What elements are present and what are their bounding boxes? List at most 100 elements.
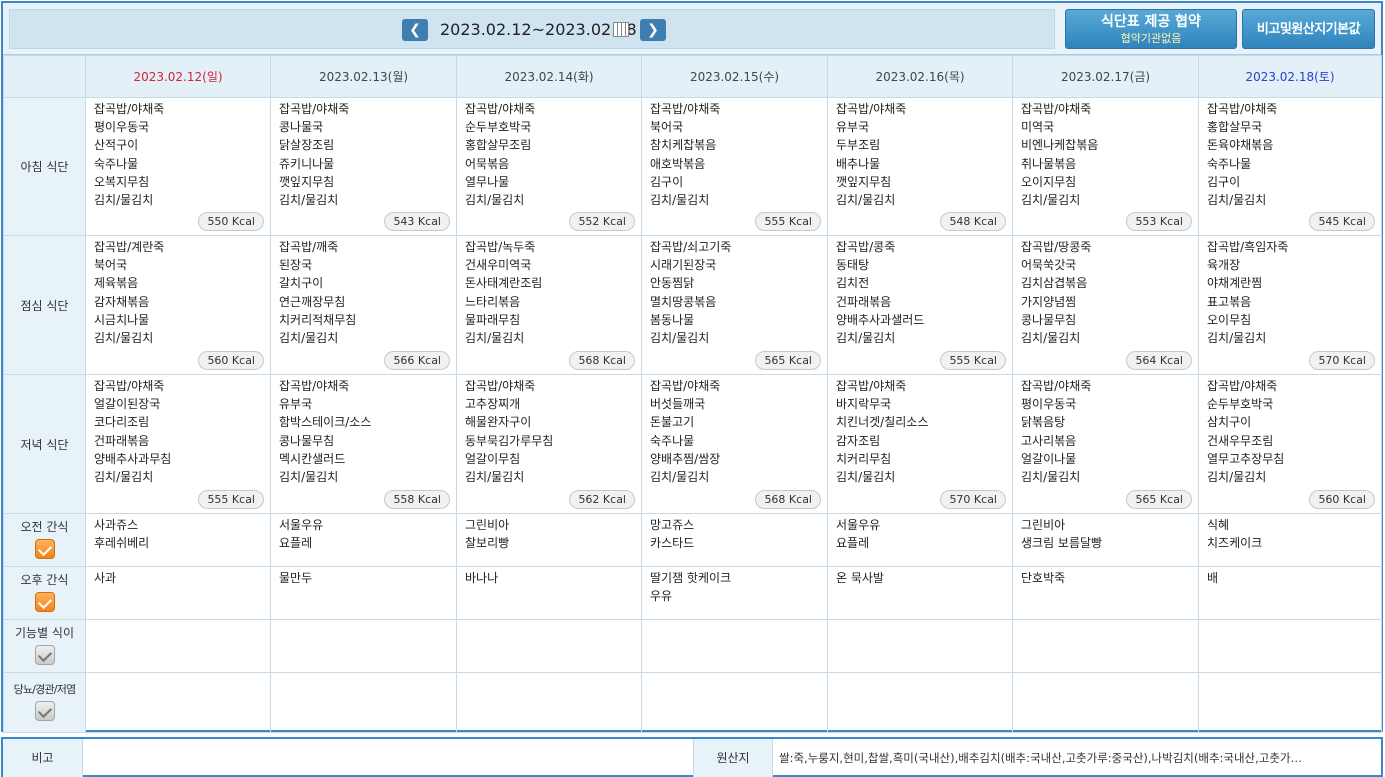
origin-label: 원산지 bbox=[693, 739, 773, 777]
snack-cell[interactable]: 온 묵사발 bbox=[827, 566, 1013, 620]
menu-item: 김치/물김치 bbox=[1021, 470, 1081, 485]
meal-cell[interactable]: 잡곡밥/쇠고기죽 시래기된장국 안동찜닭 멸치땅콩볶음 봄동나물 김치/물김치 565 Kc… bbox=[641, 235, 828, 375]
meal-cell[interactable]: 잡곡밥/깨죽 된장국 갈치구이 연근깨장무침 치커리적채무침 김치/물김치 566 Kcal bbox=[270, 235, 457, 375]
snack-cell[interactable]: 그린비아 찰보리빵 bbox=[456, 513, 642, 567]
checkbox-icon[interactable] bbox=[34, 539, 55, 559]
meal-cell[interactable]: 잡곡밥/야채죽 미역국 비엔나케찹볶음 취나물볶음 오이지무침 김치/물김치 553 Kca… bbox=[1012, 97, 1199, 236]
meal-cell[interactable]: 잡곡밥/야채죽 평이우동국 산적구이 숙주나물 오복지무침 김치/물김치 550 Kcal bbox=[85, 97, 271, 236]
kcal-badge: 550 Kcal bbox=[198, 212, 264, 231]
footer-bar: 비고 원산지 쌀:죽,누룽지,현미,찹쌀,흑미(국내산),배추김치(배추:국내산… bbox=[1, 737, 1383, 777]
bigo-origin-default-button[interactable]: 비고및원산지기본값 bbox=[1242, 9, 1375, 49]
day-header: 2023.02.12(일) bbox=[85, 55, 271, 98]
meal-cell[interactable]: 잡곡밥/야채죽 유부국 두부조림 배추나물 깻잎지무침 김치/물김치 548 Kcal bbox=[827, 97, 1013, 236]
meal-row: 점심 식단 잡곡밥/계란죽 북어국 제육볶음 감자채볶음 시금치나물 김치/물김치 560 K… bbox=[3, 235, 1382, 375]
day-header-row: 2023.02.12(일) 2023.02.13(월) 2023.02.14(화) 2… bbox=[3, 55, 1382, 98]
snack-cell[interactable]: 망고쥬스 카스타드 bbox=[641, 513, 828, 567]
checkbox-icon[interactable] bbox=[34, 592, 55, 612]
snack-row-label: 기능별 식이 bbox=[3, 619, 86, 673]
meal-cell[interactable]: 잡곡밥/야채죽 바지락무국 치킨너겟/칠리소스 감자조림 치커리무침 김치/물김치 570 … bbox=[827, 374, 1013, 514]
snack-cell[interactable] bbox=[641, 619, 828, 673]
meal-cell[interactable]: 잡곡밥/야채죽 순두부호박국 홍합살무조림 어묵볶음 열무나물 김치/물김치 552 Kca… bbox=[456, 97, 642, 236]
menu-item: 건새우미역국 bbox=[465, 258, 532, 273]
menu-item: 닭볶음탕 bbox=[1021, 415, 1066, 430]
meal-cell[interactable]: 잡곡밥/흑임자죽 육개장 야채계란찜 표고볶음 오이무침 김치/물김치 570 Kcal bbox=[1198, 235, 1382, 375]
menu-item: 연근깨장무침 bbox=[279, 294, 346, 309]
snack-cell[interactable]: 사과 bbox=[85, 566, 271, 620]
snack-item: 단호박죽 bbox=[1021, 571, 1066, 585]
snack-item: 온 묵사발 bbox=[836, 571, 884, 585]
menu-item: 평이우동국 bbox=[1021, 397, 1077, 412]
snack-cell[interactable]: 단호박죽 bbox=[1012, 566, 1199, 620]
meal-cell[interactable]: 잡곡밥/녹두죽 건새우미역국 돈사태계란조림 느타리볶음 물파래무침 김치/물김치 568 … bbox=[456, 235, 642, 375]
snack-cell[interactable] bbox=[1012, 672, 1199, 733]
snack-item: 우유 bbox=[650, 589, 673, 604]
meal-cell[interactable]: 잡곡밥/콩죽 동태탕 김치전 건파래볶음 양배추사과샐러드 김치/물김치 555 Kcal bbox=[827, 235, 1013, 375]
meal-cell[interactable]: 잡곡밥/야채죽 고추장찌개 해물완자구이 동부묵김가루무침 얼갈이무침 김치/물김치 562… bbox=[456, 374, 642, 514]
menu-item: 가지양념찜 bbox=[1021, 294, 1077, 309]
menu-item: 김치전 bbox=[836, 276, 870, 291]
menu-item: 감자조림 bbox=[836, 433, 881, 448]
snack-cell[interactable] bbox=[1198, 619, 1382, 673]
menu-item: 김치/물김치 bbox=[465, 193, 525, 208]
snack-cell[interactable] bbox=[270, 672, 457, 733]
snack-cell[interactable] bbox=[1012, 619, 1199, 673]
meal-cell[interactable]: 잡곡밥/야채죽 홍합살무국 돈육야채볶음 숙주나물 김구이 김치/물김치 545 Kcal bbox=[1198, 97, 1382, 236]
meal-cell[interactable]: 잡곡밥/야채죽 버섯들깨국 돈불고기 숙주나물 양배추찜/쌈장 김치/물김치 568 Kca… bbox=[641, 374, 828, 514]
menu-item: 잡곡밥/야채죽 bbox=[465, 379, 536, 393]
snack-cell[interactable] bbox=[270, 619, 457, 673]
menu-item: 치커리무침 bbox=[836, 451, 892, 466]
menu-item: 김치/물김치 bbox=[279, 193, 339, 208]
menu-item: 콩나물무침 bbox=[1021, 312, 1077, 327]
meal-cell[interactable]: 잡곡밥/야채죽 순두부호박국 삼치구이 건새우무조림 열무고추장무침 김치/물김치 560 … bbox=[1198, 374, 1382, 514]
meal-cell[interactable]: 잡곡밥/야채죽 얼갈이된장국 코다리조림 건파래볶음 양배추사과무침 김치/물김치 555 … bbox=[85, 374, 271, 514]
day-header: 2023.02.15(수) bbox=[641, 55, 828, 98]
snack-cell[interactable] bbox=[641, 672, 828, 733]
menu-item: 잡곡밥/야채죽 bbox=[836, 102, 907, 116]
menu-item: 오이무침 bbox=[1207, 312, 1252, 327]
prev-week-button[interactable]: ❮ bbox=[402, 19, 428, 41]
menu-item: 해물완자구이 bbox=[465, 415, 532, 430]
menu-item: 닭살장조림 bbox=[279, 138, 335, 153]
meal-cell[interactable]: 잡곡밥/야채죽 콩나물국 닭살장조림 쥬키니나물 깻잎지무침 김치/물김치 543 Kcal bbox=[270, 97, 457, 236]
meal-cell[interactable]: 잡곡밥/땅콩죽 어묵쑥갓국 김치삼겹볶음 가지양념찜 콩나물무침 김치/물김치 564 Kc… bbox=[1012, 235, 1199, 375]
meal-cell[interactable]: 잡곡밥/야채죽 평이우동국 닭볶음탕 고사리볶음 얼갈이나물 김치/물김치 565 Kcal bbox=[1012, 374, 1199, 514]
meal-cell[interactable]: 잡곡밥/야채죽 북어국 참치케찹볶음 애호박볶음 김구이 김치/물김치 555 Kcal bbox=[641, 97, 828, 236]
snack-cell[interactable]: 그린비아 생크림 보름달빵 bbox=[1012, 513, 1199, 567]
checkbox-icon[interactable] bbox=[34, 645, 55, 665]
checkbox-icon[interactable] bbox=[34, 701, 55, 721]
snack-cell[interactable] bbox=[827, 672, 1013, 733]
menu-item: 오복지무침 bbox=[94, 174, 150, 189]
snack-cell[interactable] bbox=[85, 619, 271, 673]
menu-item: 동부묵김가루무침 bbox=[465, 433, 554, 448]
snack-cell[interactable]: 서울우유 요플레 bbox=[270, 513, 457, 567]
snack-cell[interactable] bbox=[1198, 672, 1382, 733]
snack-cell[interactable] bbox=[456, 619, 642, 673]
menu-item: 김치/물김치 bbox=[650, 331, 710, 346]
menu-item: 잡곡밥/쇠고기죽 bbox=[650, 240, 732, 254]
snack-cell[interactable]: 딸기잼 핫케이크 우유 bbox=[641, 566, 828, 620]
menu-item: 고사리볶음 bbox=[1021, 433, 1077, 448]
meal-cell[interactable]: 잡곡밥/야채죽 유부국 함박스테이크/소스 콩나물무침 멕시칸샐러드 김치/물김치 558 … bbox=[270, 374, 457, 514]
snack-cell[interactable]: 식혜 치즈케이크 bbox=[1198, 513, 1382, 567]
snack-cell[interactable]: 물만두 bbox=[270, 566, 457, 620]
snack-cell[interactable]: 사과쥬스 후레쉬베리 bbox=[85, 513, 271, 567]
snack-cell[interactable] bbox=[85, 672, 271, 733]
kcal-badge: 558 Kcal bbox=[384, 490, 450, 509]
snack-cell[interactable]: 배 bbox=[1198, 566, 1382, 620]
menu-item: 김치/물김치 bbox=[94, 470, 154, 485]
calendar-icon[interactable] bbox=[613, 22, 629, 37]
kcal-badge: 552 Kcal bbox=[569, 212, 635, 231]
next-week-button[interactable]: ❯ bbox=[640, 19, 666, 41]
menu-item: 미역국 bbox=[1021, 120, 1055, 135]
snack-cell[interactable] bbox=[456, 672, 642, 733]
menu-item: 비엔나케찹볶음 bbox=[1021, 138, 1099, 153]
snack-cell[interactable] bbox=[827, 619, 1013, 673]
meal-agreement-button[interactable]: 식단표 제공 협약 협약기관없음 bbox=[1065, 9, 1237, 49]
day-header: 2023.02.17(금) bbox=[1012, 55, 1199, 98]
snack-cell[interactable]: 서울우유 요플레 bbox=[827, 513, 1013, 567]
snack-cell[interactable]: 바나나 bbox=[456, 566, 642, 620]
kcal-badge: 548 Kcal bbox=[940, 212, 1006, 231]
meal-cell[interactable]: 잡곡밥/계란죽 북어국 제육볶음 감자채볶음 시금치나물 김치/물김치 560 Kcal bbox=[85, 235, 271, 375]
snack-label-text: 오후 간식 bbox=[20, 573, 69, 587]
meal-table: 2023.02.12(일) 2023.02.13(월) 2023.02.14(화) 2… bbox=[3, 55, 1382, 733]
